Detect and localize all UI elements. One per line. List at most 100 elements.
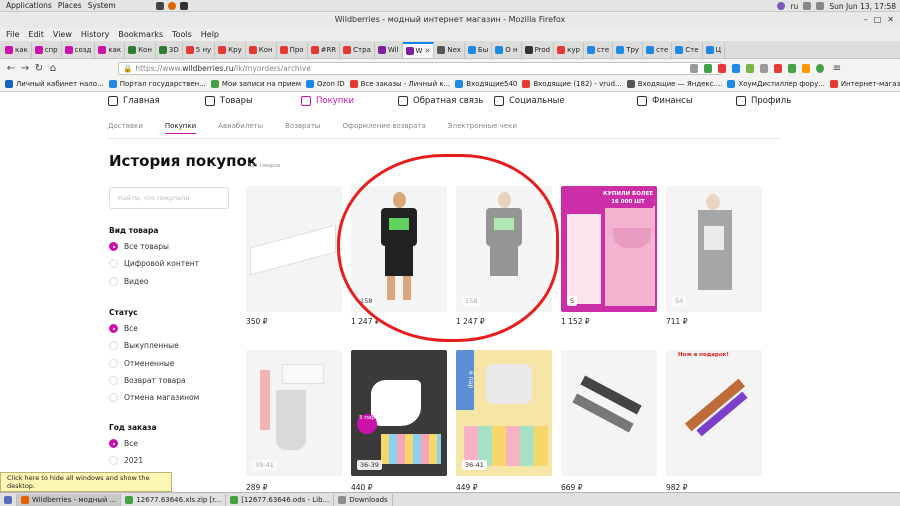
radio-button[interactable]: [109, 358, 118, 368]
tab-item[interactable]: как: [2, 41, 32, 58]
bookmark-item[interactable]: Мои записи на прием: [210, 80, 301, 88]
radio-button[interactable]: [109, 324, 118, 333]
filter-option[interactable]: Выкупленные: [109, 341, 179, 351]
extension-icon[interactable]: [704, 63, 712, 73]
search-input[interactable]: Найти, что покупали: [109, 187, 229, 209]
maximize-icon[interactable]: □: [874, 12, 882, 28]
product-image[interactable]: [666, 350, 762, 476]
filter-option[interactable]: Все товары: [109, 242, 169, 251]
radio-button[interactable]: [109, 375, 118, 385]
extension-icon[interactable]: [774, 63, 782, 73]
bookmark-item[interactable]: Личный кабинет нало...: [5, 80, 104, 88]
filter-option[interactable]: Отмененные: [109, 358, 174, 368]
filter-option[interactable]: Цифровой контент: [109, 259, 199, 269]
tab-item[interactable]: Стра: [340, 41, 375, 58]
subnav-item[interactable]: Покупки: [164, 122, 197, 134]
tab-item[interactable]: спр: [32, 41, 62, 58]
filter-option[interactable]: Все: [109, 439, 138, 448]
tab-item[interactable]: кур: [554, 41, 584, 58]
nav-0[interactable]: Главная: [108, 96, 160, 106]
tab-item[interactable]: Кон: [125, 41, 156, 58]
taskbar-item[interactable]: Wildberries - модный ...: [17, 493, 122, 506]
bookmark-item[interactable]: Все заказы - Личный к...: [349, 80, 450, 88]
tab-item[interactable]: как: [95, 41, 126, 58]
radio-button[interactable]: [109, 393, 118, 403]
back-icon[interactable]: ←: [4, 63, 18, 74]
bookmark-item[interactable]: Интернет-магазин бы...: [829, 80, 900, 88]
hamburger-menu-icon[interactable]: ≡: [830, 63, 844, 74]
product-card[interactable]: [246, 186, 342, 312]
extension-icon[interactable]: [816, 63, 824, 73]
product-card[interactable]: Нож в подарок!: [666, 350, 762, 476]
library-icon[interactable]: [690, 63, 698, 73]
tab-item[interactable]: Nex: [434, 41, 465, 58]
reload-icon[interactable]: ↻: [32, 63, 46, 74]
filter-option[interactable]: Возврат товара: [109, 375, 186, 385]
clock[interactable]: Sun Jun 13, 17:58: [829, 2, 896, 11]
subnav-item[interactable]: Возвраты: [285, 122, 320, 134]
home-icon[interactable]: ⌂: [46, 63, 60, 74]
tab-item[interactable]: W ✕: [402, 41, 435, 58]
tab-close-icon[interactable]: ✕: [424, 47, 430, 55]
network-tray-icon[interactable]: [803, 2, 812, 10]
extension-icon[interactable]: [788, 63, 796, 73]
taskbar-item[interactable]: 12677.63646.xls.zip [r...: [121, 493, 227, 506]
nav-5[interactable]: Финансы: [637, 96, 693, 106]
product-card[interactable]: КУПИЛИ БОЛЕЕ 16 000 ШТ S: [561, 186, 657, 312]
taskbar-item[interactable]: Downloads: [334, 493, 393, 506]
radio-button[interactable]: [109, 439, 118, 448]
tab-item[interactable]: Prod: [522, 41, 555, 58]
app-launcher-icon[interactable]: [179, 1, 188, 10]
tab-item[interactable]: Бы: [465, 41, 493, 58]
menu-view[interactable]: View: [53, 30, 72, 39]
radio-button[interactable]: [109, 341, 118, 351]
radio-button[interactable]: [109, 276, 118, 286]
url-bar[interactable]: 🔒 https://www. wildberries.ru/lk/myorders…: [118, 61, 722, 75]
forward-icon[interactable]: →: [18, 63, 32, 74]
system-menu[interactable]: System: [88, 1, 116, 10]
menu-bookmarks[interactable]: Bookmarks: [118, 30, 163, 39]
volume-tray-icon[interactable]: [816, 2, 825, 10]
tab-item[interactable]: Сте: [672, 41, 703, 58]
nav-1[interactable]: Товары: [205, 96, 253, 106]
taskbar-item[interactable]: [12677.63646.ods - Lib...: [226, 493, 335, 506]
product-card[interactable]: 6 пар 36-41: [456, 350, 552, 476]
radio-button[interactable]: [109, 259, 118, 269]
terminal-launcher-icon[interactable]: [155, 1, 164, 10]
filter-option[interactable]: 2021: [109, 456, 143, 466]
subnav-item[interactable]: Авиабилеты: [218, 122, 263, 134]
subnav-item[interactable]: Электронные чеки: [448, 122, 517, 134]
tab-item[interactable]: Ц: [703, 41, 726, 58]
bookmark-item[interactable]: Входящие540: [455, 80, 517, 88]
extension-icon[interactable]: [760, 63, 768, 73]
extension-icon[interactable]: [732, 63, 740, 73]
close-icon[interactable]: ✕: [887, 12, 894, 28]
tab-item[interactable]: Про: [277, 41, 308, 58]
tab-item[interactable]: О н: [492, 41, 522, 58]
nav-3[interactable]: Обратная связь: [398, 96, 483, 106]
bookmark-item[interactable]: ХоумДистиллер фору...: [727, 80, 825, 88]
product-card[interactable]: 39-41: [246, 350, 342, 476]
tab-item[interactable]: созд: [62, 41, 96, 58]
tab-item[interactable]: Кру: [215, 41, 246, 58]
nav-6[interactable]: Профиль: [736, 96, 791, 106]
menu-file[interactable]: File: [6, 30, 19, 39]
tab-item[interactable]: Wil: [375, 41, 403, 58]
subnav-item[interactable]: Доставки: [108, 122, 143, 134]
applications-menu[interactable]: Applications: [6, 1, 52, 10]
bookmark-item[interactable]: Входящие (182) - vrud...: [522, 80, 622, 88]
nav-2[interactable]: Покупки: [301, 96, 354, 106]
bookmark-item[interactable]: Входящие — Яндекс....: [626, 80, 722, 88]
keyboard-layout-indicator[interactable]: ru: [790, 2, 798, 11]
minimize-icon[interactable]: –: [864, 12, 868, 28]
show-desktop-icon[interactable]: [0, 493, 17, 506]
extension-icon[interactable]: [802, 63, 810, 73]
filter-option[interactable]: Видео: [109, 276, 148, 286]
nav-4[interactable]: Социальные: [494, 96, 565, 106]
menu-history[interactable]: History: [81, 30, 109, 39]
tab-item[interactable]: сте: [643, 41, 673, 58]
tab-item[interactable]: 5 ну: [183, 41, 216, 58]
radio-button[interactable]: [109, 456, 118, 466]
product-card[interactable]: 54: [666, 186, 762, 312]
tab-item[interactable]: Кон: [246, 41, 277, 58]
